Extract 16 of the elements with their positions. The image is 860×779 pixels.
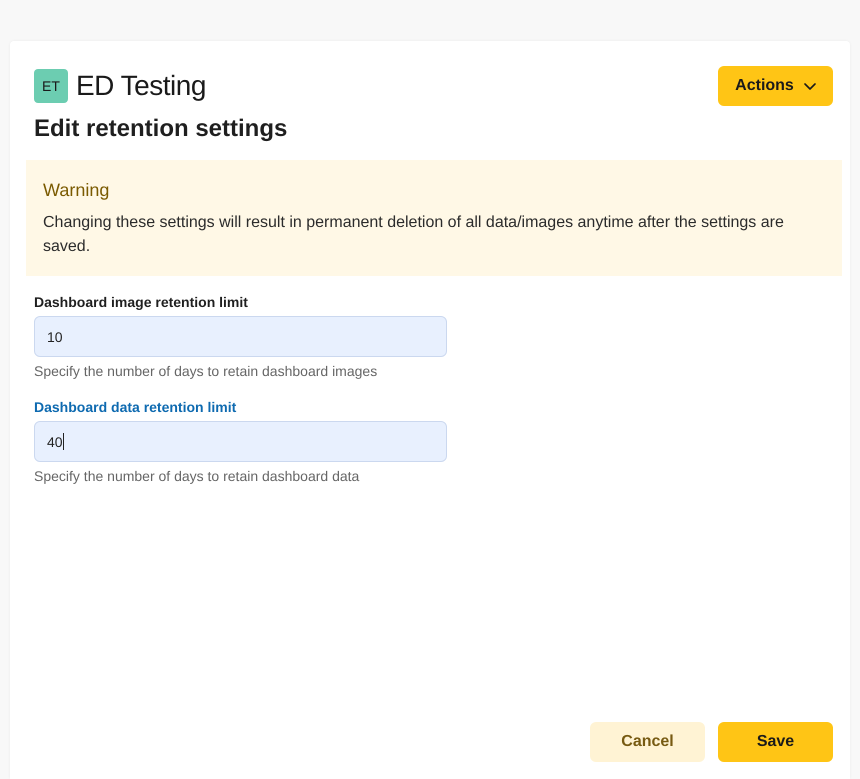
field-help-text: Specify the number of days to retain dashboard images: [34, 363, 378, 380]
input-field[interactable]: 10: [34, 316, 447, 357]
field-help-text: Specify the number of days to retain dashboard data: [34, 468, 360, 485]
input-field[interactable]: 40: [34, 421, 447, 462]
text-cursor-icon: [62, 433, 64, 450]
warning-title: Warning: [43, 179, 110, 202]
field-label: Dashboard data retention limit: [34, 399, 238, 416]
chevron-down-icon: [804, 82, 816, 90]
field-label: Dashboard image retention limit: [34, 294, 249, 311]
organization-name: ED Testing: [76, 70, 206, 102]
warning-message: Changing these settings will result in permanent deletion of all data/images anytime after the settings are saved.: [43, 213, 785, 257]
actions-button[interactable]: Actions: [718, 66, 833, 106]
initials-avatar: ET: [34, 69, 68, 103]
cancel-button[interactable]: Cancel: [590, 722, 705, 762]
save-button[interactable]: Save: [718, 722, 833, 762]
page-title: Edit retention settings: [34, 115, 288, 143]
